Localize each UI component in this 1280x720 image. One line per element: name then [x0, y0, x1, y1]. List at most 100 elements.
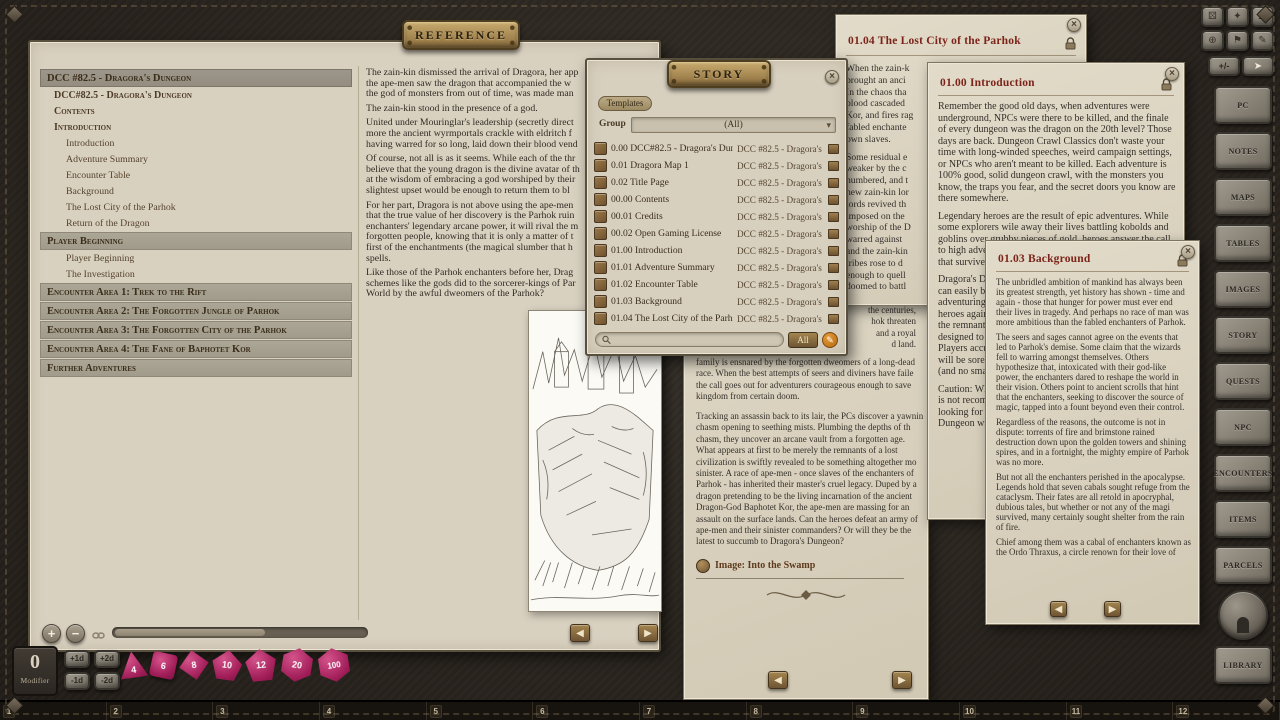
toc-item[interactable]: Encounter Table [40, 168, 352, 183]
dice-tower-button[interactable] [1218, 590, 1268, 640]
hotkey-slot[interactable]: 8 [747, 702, 854, 720]
horizontal-scrollbar[interactable] [112, 627, 368, 638]
toc-item[interactable]: Player Beginning [40, 251, 352, 266]
icon-tile[interactable]: ⊕ [1201, 30, 1224, 51]
d4-die[interactable]: 4 [116, 648, 150, 682]
hotkey-number: 12 [1176, 705, 1189, 718]
story-list-item[interactable]: 00.02 Open Gaming LicenseDCC #82.5 - Dra… [594, 225, 839, 242]
minus-2d-button[interactable]: -2d [94, 672, 120, 690]
close-icon[interactable]: × [1181, 245, 1195, 259]
close-icon[interactable]: × [1067, 18, 1081, 32]
toc-item[interactable]: Encounter Area 1: Trek to the Rift [40, 283, 352, 301]
story-list-item[interactable]: 0.01 Dragora Map 1DCC #82.5 - Dragora's … [594, 157, 839, 174]
hotkey-slot[interactable]: 2 [107, 702, 214, 720]
templates-button[interactable]: Templates [598, 96, 652, 111]
link-icon[interactable] [92, 628, 105, 646]
icon-tile[interactable]: ⚑ [1226, 30, 1249, 51]
story-list-item[interactable]: 0.02 Title PageDCC #82.5 - Dragora's Dun… [594, 174, 839, 191]
module-book-icon [828, 280, 839, 290]
hotkey-slot[interactable]: 11 [1067, 702, 1174, 720]
sheet-next-button[interactable]: ▶ [1104, 601, 1121, 617]
search-all-button[interactable]: All [788, 332, 818, 348]
story-list-item[interactable]: 00.01 CreditsDCC #82.5 - Dragora's Dunge… [594, 208, 839, 225]
hotkey-slot[interactable]: 4 [320, 702, 427, 720]
hotkey-slot[interactable]: 10 [960, 702, 1067, 720]
sidebar-button-notes[interactable]: Notes [1214, 132, 1272, 170]
story-list-item[interactable]: 01.01 Adventure SummaryDCC #82.5 - Drago… [594, 259, 839, 276]
sidebar-button-images[interactable]: Images [1214, 270, 1272, 308]
toc-item[interactable]: The Investigation [40, 267, 352, 282]
icon-tile[interactable]: ✦ [1226, 6, 1249, 27]
story-search-input[interactable] [615, 334, 777, 346]
d8-die[interactable]: 8 [177, 648, 212, 683]
pointer-button[interactable]: ➤ [1242, 56, 1274, 76]
sidebar-button-story[interactable]: Story [1214, 316, 1272, 354]
plus-1d-button[interactable]: +1d [64, 650, 90, 668]
header-divider [938, 95, 1174, 96]
sheet-prev-button[interactable]: ◀ [768, 671, 788, 689]
modifier-box[interactable]: 0 Modifier [12, 646, 58, 696]
toc-item[interactable]: DCC #82.5 - Dragora's Dungeon [40, 69, 352, 87]
page-prev-button[interactable]: ◀ [570, 624, 590, 642]
plus-2d-button[interactable]: +2d [94, 650, 120, 668]
d12-die[interactable]: 12 [243, 647, 278, 682]
toc-item[interactable]: DCC#82.5 - Dragora's Dungeon [40, 88, 352, 103]
sheet-prev-button[interactable]: ◀ [1050, 601, 1067, 617]
d100-die[interactable]: 100 [315, 646, 354, 685]
toc-item[interactable]: Return of the Dragon [40, 216, 352, 231]
story-entry-icon [594, 159, 607, 172]
toc-item[interactable]: Encounter Area 2: The Forgotten Jungle o… [40, 302, 352, 320]
plus-minus-button[interactable]: +/- [1208, 56, 1240, 76]
d10-die[interactable]: 10 [210, 648, 244, 682]
edit-pencil-button[interactable]: ✎ [822, 332, 838, 348]
story-list-item[interactable]: 01.00 IntroductionDCC #82.5 - Dragora's … [594, 242, 839, 259]
story-search-box[interactable] [595, 332, 784, 347]
hotkey-slot[interactable]: 6 [533, 702, 640, 720]
story-list-item[interactable]: 01.04 The Lost City of the ParhokDCC #82… [594, 310, 839, 327]
toc-item[interactable]: Encounter Area 3: The Forgotten City of … [40, 321, 352, 339]
toc-item[interactable]: Player Beginning [40, 232, 352, 250]
sidebar-button-npc[interactable]: NPC [1214, 408, 1272, 446]
hotkey-slot[interactable]: 7 [640, 702, 747, 720]
icon-tile[interactable]: ✎ [1251, 30, 1274, 51]
scrollbar-thumb[interactable] [115, 629, 265, 636]
toc-item[interactable]: Introduction [40, 136, 352, 151]
minus-1d-button[interactable]: -1d [64, 672, 90, 690]
page-next-button[interactable]: ▶ [638, 624, 658, 642]
sidebar-button-quests[interactable]: Quests [1214, 362, 1272, 400]
story-list-item[interactable]: 01.03 BackgroundDCC #82.5 - Dragora's Du… [594, 293, 839, 310]
lock-icon[interactable] [1065, 37, 1076, 55]
toc-item[interactable]: Encounter Area 4: The Fane of Baphotet K… [40, 340, 352, 358]
close-icon[interactable]: × [1165, 67, 1179, 81]
toc-item[interactable]: Contents [40, 104, 352, 119]
icon-tile[interactable]: ⚄ [1201, 6, 1224, 27]
toc-item[interactable]: Introduction [40, 120, 352, 135]
close-icon[interactable]: × [825, 70, 839, 84]
hotkey-slot[interactable]: 5 [427, 702, 534, 720]
toc-item[interactable]: Background [40, 184, 352, 199]
sidebar-button-library[interactable]: Library [1214, 646, 1272, 684]
sidebar-button-items[interactable]: Items [1214, 500, 1272, 538]
sheet-next-button[interactable]: ▶ [892, 671, 912, 689]
sidebar-button-parcels[interactable]: Parcels [1214, 546, 1272, 584]
story-list-item[interactable]: 0.00 DCC#82.5 - Dragora's DungeonDCC #82… [594, 140, 839, 157]
d6-die[interactable]: 6 [149, 650, 179, 680]
image-link-into-the-swamp[interactable]: Image: Into the Swamp [696, 559, 904, 579]
sidebar-button-encounters[interactable]: Encounters [1214, 454, 1272, 492]
story-list-item[interactable]: 00.00 ContentsDCC #82.5 - Dragora's Dung… [594, 191, 839, 208]
toc-item[interactable]: Adventure Summary [40, 152, 352, 167]
d20-die[interactable]: 20 [278, 646, 317, 685]
sidebar-button-pc[interactable]: PC [1214, 86, 1272, 124]
story-list-item[interactable]: 01.02 Encounter TableDCC #82.5 - Dragora… [594, 276, 839, 293]
sidebar-label: Library [1223, 661, 1262, 670]
sidebar-button-tables[interactable]: Tables [1214, 224, 1272, 262]
hotkey-slot[interactable]: 3 [213, 702, 320, 720]
zoom-out-button[interactable]: − [66, 624, 85, 643]
sidebar-label: PC [1237, 101, 1248, 110]
zoom-in-button[interactable]: + [42, 624, 61, 643]
group-dropdown[interactable]: (All) ▾ [631, 117, 836, 133]
hotkey-slot[interactable]: 9 [853, 702, 960, 720]
sidebar-button-maps[interactable]: Maps [1214, 178, 1272, 216]
toc-item[interactable]: Further Adventures [40, 359, 352, 377]
toc-item[interactable]: The Lost City of the Parhok [40, 200, 352, 215]
